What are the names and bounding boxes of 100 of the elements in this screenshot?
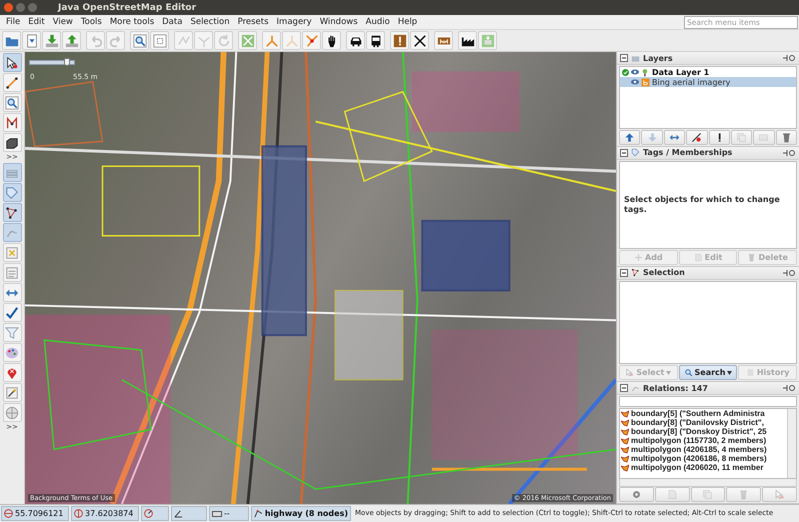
menu-item[interactable]: Help [394,17,422,27]
dock-close-icon[interactable] [782,268,796,277]
panel-toggle-button[interactable] [2,263,22,282]
mode-button[interactable] [2,133,22,152]
menu-item[interactable]: Selection [186,17,234,27]
relation-row[interactable]: boundary[5] ("Southern Administra [620,409,787,418]
dock-close-icon[interactable] [782,148,796,157]
trash-icon [780,132,792,143]
maximize-button[interactable] [28,3,37,12]
checkmark-icon [5,306,19,320]
mode-button[interactable] [2,73,22,92]
toolbar-button[interactable] [322,31,341,50]
building-icon [5,136,19,150]
menu-item[interactable]: Edit [24,17,49,27]
layer-action-button[interactable] [708,130,730,145]
distance-value: -- [224,509,230,518]
layer-name: Data Layer 1 [652,68,710,76]
toolbar-button[interactable] [410,31,429,50]
map-pin-icon [5,366,19,380]
close-button[interactable] [4,3,13,12]
minimize-icon[interactable] [620,54,628,62]
longitude-value: 37.6203874 [85,509,134,518]
panel-toggle-button[interactable] [2,383,22,402]
node-path-icon [5,116,19,130]
menu-item[interactable]: Tools [76,17,106,27]
panel-title: Tags / Memberships [643,148,732,158]
menu-item[interactable]: View [48,17,77,27]
longitude-icon [74,509,83,518]
menu-item[interactable]: File [2,17,24,27]
selection-action-button[interactable]: Search [678,365,738,380]
minimize-icon[interactable] [620,384,628,392]
layer-row[interactable]: Bing aerial imagery [620,77,796,87]
tag-icon [631,148,640,158]
panel-toggle-button[interactable] [2,303,22,322]
minimize-button[interactable] [16,3,25,12]
empty-message: Select objects for which to change tags. [624,194,781,215]
redo-icon [108,34,122,48]
zoom-icon [5,96,19,110]
cursor-icon [625,368,634,378]
relation-row[interactable]: multipolygon (1157730, 2 members) [620,436,787,446]
panel-toggle-button[interactable] [2,163,22,182]
panel-toggle-button[interactable] [2,183,22,202]
panel-toggle-button[interactable] [2,363,22,382]
relation-action-button[interactable] [619,487,654,502]
toolbar-button[interactable] [346,31,365,50]
ruler-icon [212,510,222,516]
menu-item[interactable]: Audio [362,17,394,27]
toolbar-button[interactable] [366,31,385,50]
layers-icon [631,54,640,62]
dock-close-icon[interactable] [782,384,796,392]
latitude-value: 55.7096121 [15,509,64,518]
filter-field[interactable] [619,396,797,408]
relation-row[interactable]: multipolygon (4206020, 11 member [620,463,787,472]
trash-icon [747,252,756,262]
zoom-icon [132,34,146,48]
node-icon [304,34,318,48]
menu-item[interactable]: More tools [106,17,158,27]
search-icon [684,368,693,378]
align-nodes-icon [240,34,254,48]
duplicate-icon [736,132,748,143]
relation-row[interactable]: boundary[8] ("Donskoy District", 25 [620,427,787,436]
cursor-icon [774,489,786,500]
dock-close-icon[interactable] [782,54,796,62]
selection-info: highway (8 nodes) [264,509,348,518]
menu-item[interactable]: Imagery [272,17,316,27]
relation-name: multipolygon (4206020, 11 member [631,463,764,472]
relation-row[interactable]: boundary[8] ("Danilovsky District", [620,418,787,428]
panel-toggle-button[interactable] [2,403,22,422]
panel-toggle-button[interactable] [2,243,22,262]
layer-action-button[interactable] [686,130,708,145]
panel-toggle-button[interactable] [2,323,22,342]
junction-icon [284,34,298,48]
eye-icon[interactable] [631,79,639,85]
menu-item[interactable]: Data [158,17,186,27]
scrollbar[interactable] [619,479,797,488]
panel-toggle-button[interactable] [2,203,22,222]
down-arrow-icon [646,132,658,143]
mode-button[interactable] [2,53,22,72]
edit-icon [694,252,703,262]
tag-icon [5,186,19,200]
layer-row[interactable]: Data Layer 1 [620,67,796,77]
toolbar-button[interactable] [458,31,477,50]
bus-icon [368,34,382,48]
relation-row[interactable]: multipolygon (4206185, 4 members) [620,445,787,454]
eye-icon[interactable] [631,69,639,75]
panel-toggle-button[interactable] [2,283,22,302]
reload-icon [216,34,230,48]
scrollbar[interactable] [787,409,796,478]
minimize-icon[interactable] [620,268,628,277]
nodes-icon [5,206,19,220]
menu-item[interactable]: Windows [316,17,362,27]
relation-name: multipolygon (4206186, 8 members) [631,454,767,464]
way-icon [254,509,263,518]
panel-toggle-button[interactable] [2,343,22,362]
minimize-icon[interactable] [620,148,628,157]
relation-name: multipolygon (1157730, 2 members) [631,436,766,446]
menu-item[interactable]: Presets [234,17,273,27]
zoom-slider-thumb[interactable] [64,58,70,66]
relation-row[interactable]: multipolygon (4206186, 8 members) [620,454,787,464]
panel-toggle-button[interactable] [2,223,22,242]
